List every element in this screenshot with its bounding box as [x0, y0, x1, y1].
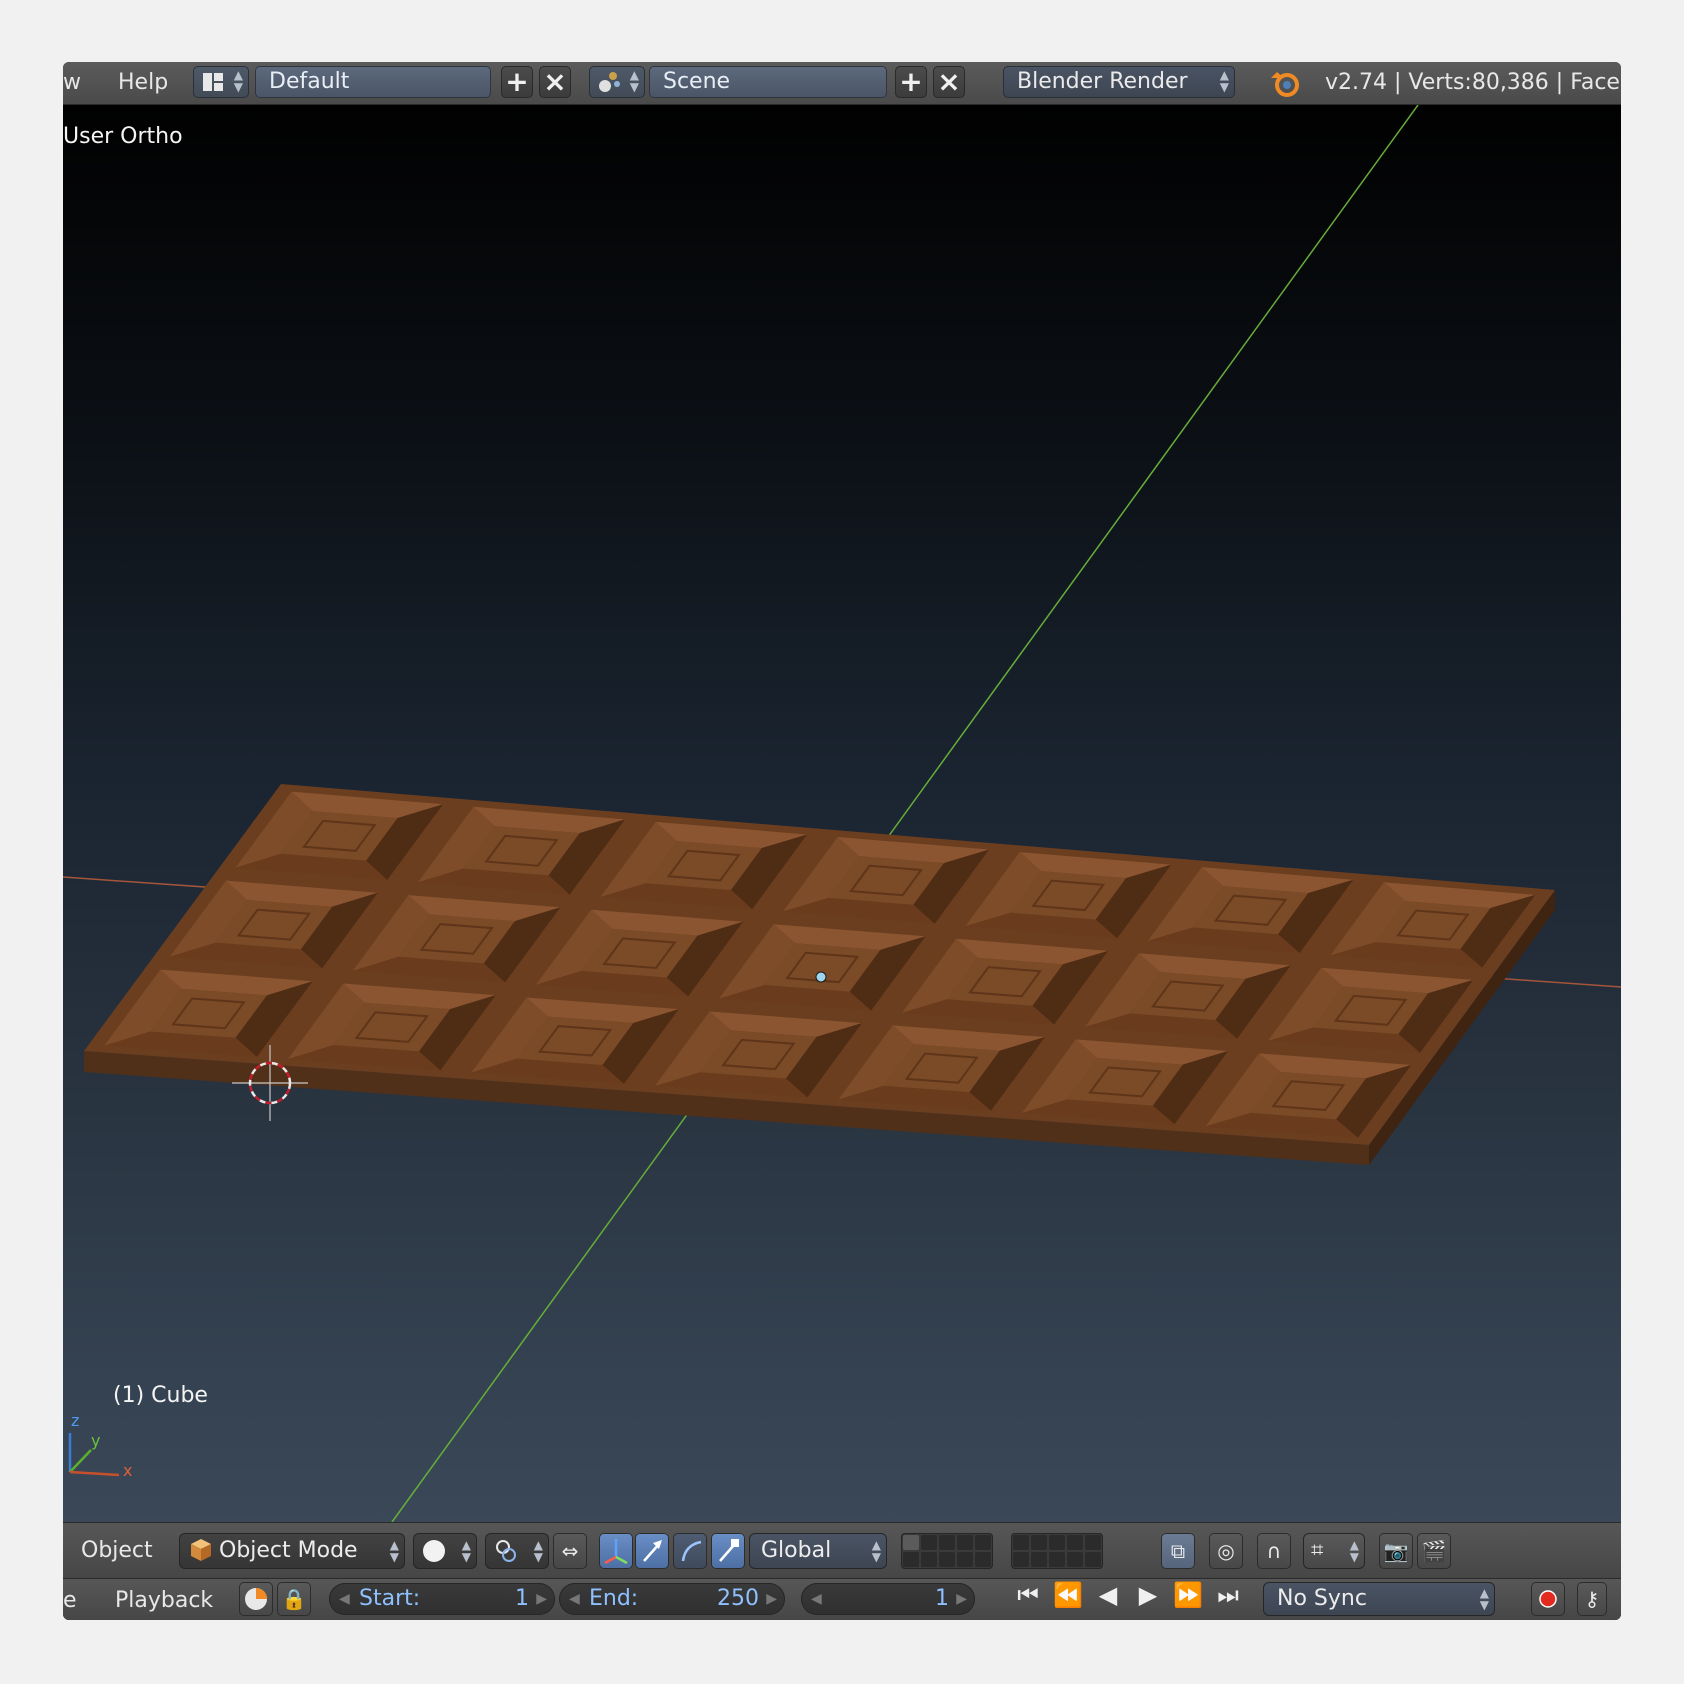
playback-range-button[interactable] — [239, 1582, 273, 1616]
menu-help[interactable]: Help — [118, 70, 168, 95]
clock-icon — [245, 1588, 267, 1610]
render-opengl-image-button[interactable]: 📷 — [1379, 1533, 1413, 1569]
transform-orientation-selector[interactable]: Global ▲ ▼ — [749, 1533, 887, 1569]
current-frame-field[interactable]: ◀ 1 ▶ — [801, 1583, 975, 1615]
updown-arrows-icon: ▲ ▼ — [871, 1538, 881, 1564]
pivot-icon — [496, 1540, 516, 1562]
updown-arrows-icon: ▲ ▼ — [389, 1538, 399, 1564]
snap-toggle-button[interactable]: ∩ — [1257, 1533, 1291, 1569]
remove-screen-button[interactable]: × — [539, 66, 571, 98]
blender-window: w Help ▲ ▼ Default + × ▲ ▼ Scene + × Ble… — [63, 62, 1621, 1620]
3d-viewport[interactable]: User Ortho z y x (1) Cube — [63, 105, 1621, 1582]
jump-to-end-icon[interactable]: ⏭ — [1211, 1581, 1245, 1609]
menu-view-partial[interactable]: e — [63, 1588, 77, 1613]
gizmo-z-label: z — [71, 1411, 80, 1430]
active-object-label: (1) Cube — [113, 1383, 208, 1408]
timeline-header: e Playback 🔒 ◀ Start: 1 ▶ ◀ End: 250 ▶ ◀… — [63, 1578, 1621, 1620]
screen-layout-selector[interactable]: ▲ ▼ — [193, 66, 249, 98]
frame-end-field[interactable]: ◀ End: 250 ▶ — [559, 1583, 785, 1615]
viewport-shading-selector[interactable]: ▲ ▼ — [413, 1533, 477, 1569]
render-opengl-animation-button[interactable]: 🎬 — [1417, 1533, 1451, 1569]
manipulate-center-points-button[interactable]: ⇔ — [553, 1533, 587, 1569]
scene-name[interactable]: Scene — [649, 66, 887, 98]
keying-set-button[interactable]: ⚷ — [1577, 1582, 1607, 1616]
rotate-manipulator-button[interactable] — [673, 1533, 707, 1569]
menu-playback[interactable]: Playback — [115, 1588, 213, 1613]
layout-icon — [203, 73, 223, 91]
snap-grid-icon: ⌗ — [1311, 1538, 1324, 1563]
gizmo-y-label: y — [91, 1431, 101, 1450]
add-screen-button[interactable]: + — [501, 66, 533, 98]
translate-manipulator-button[interactable] — [635, 1533, 669, 1569]
scene-stats: v2.74 | Verts:80,386 | Faces — [1325, 70, 1621, 95]
updown-arrows-icon: ▲ ▼ — [1349, 1538, 1359, 1564]
scale-manipulator-button[interactable] — [711, 1533, 745, 1569]
snap-element-selector[interactable]: ⌗ ▲ ▼ — [1303, 1533, 1365, 1569]
proportional-editing-button[interactable]: ◎ — [1209, 1533, 1243, 1569]
layers-grid-2[interactable] — [1011, 1533, 1103, 1569]
remove-scene-button[interactable]: × — [933, 66, 965, 98]
rotate-arc-icon — [681, 1540, 702, 1562]
gizmo-x-label: x — [123, 1461, 133, 1480]
scene-canvas — [63, 105, 1621, 1523]
info-header: w Help ▲ ▼ Default + × ▲ ▼ Scene + × Ble… — [63, 62, 1621, 105]
play-reverse-icon[interactable]: ◀ — [1091, 1581, 1125, 1609]
lock-camera-layers-button[interactable]: ⧉ — [1161, 1533, 1195, 1569]
frame-start-field[interactable]: ◀ Start: 1 ▶ — [329, 1583, 555, 1615]
updown-arrows-icon: ▲ ▼ — [533, 1538, 543, 1564]
manipulator-icon — [604, 1539, 628, 1565]
scene-selector[interactable]: ▲ ▼ — [589, 66, 645, 98]
record-icon — [1539, 1590, 1557, 1608]
screen-layout-name[interactable]: Default — [255, 66, 491, 98]
manipulator-toggle-button[interactable] — [599, 1533, 633, 1569]
sync-mode-selector[interactable]: No Sync ▲ ▼ — [1263, 1582, 1495, 1616]
jump-to-keyframe-back-icon[interactable]: ⏪ — [1051, 1581, 1085, 1609]
object-origin-dot — [815, 971, 827, 983]
auto-keyframe-button[interactable] — [1531, 1582, 1565, 1616]
blender-logo-icon — [1271, 72, 1299, 97]
menu-window-partial[interactable]: w — [63, 70, 81, 95]
object-cube-icon — [191, 1539, 211, 1561]
menu-object[interactable]: Object — [81, 1538, 153, 1563]
scene-icon — [599, 72, 620, 92]
render-engine-selector[interactable]: Blender Render ▲ ▼ — [1003, 66, 1235, 98]
updown-arrows-icon: ▲ ▼ — [461, 1538, 471, 1564]
view3d-header: Object Object Mode ▲ ▼ ▲ ▼ ▲ ▼ ⇔ Global … — [63, 1522, 1621, 1579]
updown-arrows-icon: ▲ ▼ — [1219, 68, 1229, 94]
scale-icon — [719, 1539, 739, 1562]
jump-to-keyframe-forward-icon[interactable]: ⏩ — [1171, 1581, 1205, 1609]
mode-selector[interactable]: Object Mode ▲ ▼ — [179, 1533, 405, 1569]
view-label: User Ortho — [63, 124, 183, 149]
updown-arrows-icon: ▲ ▼ — [1479, 1586, 1489, 1612]
solid-shading-icon — [423, 1540, 445, 1562]
pivot-point-selector[interactable]: ▲ ▼ — [485, 1533, 549, 1569]
layers-grid-1[interactable] — [901, 1533, 993, 1569]
lock-time-cursor-button[interactable]: 🔒 — [277, 1582, 311, 1616]
arrow-icon — [643, 1540, 662, 1562]
play-icon[interactable]: ▶ — [1131, 1581, 1165, 1609]
add-scene-button[interactable]: + — [895, 66, 927, 98]
updown-arrows-icon: ▲ ▼ — [629, 68, 639, 94]
updown-arrows-icon: ▲ ▼ — [233, 68, 243, 94]
jump-to-start-icon[interactable]: ⏮ — [1011, 1581, 1045, 1609]
